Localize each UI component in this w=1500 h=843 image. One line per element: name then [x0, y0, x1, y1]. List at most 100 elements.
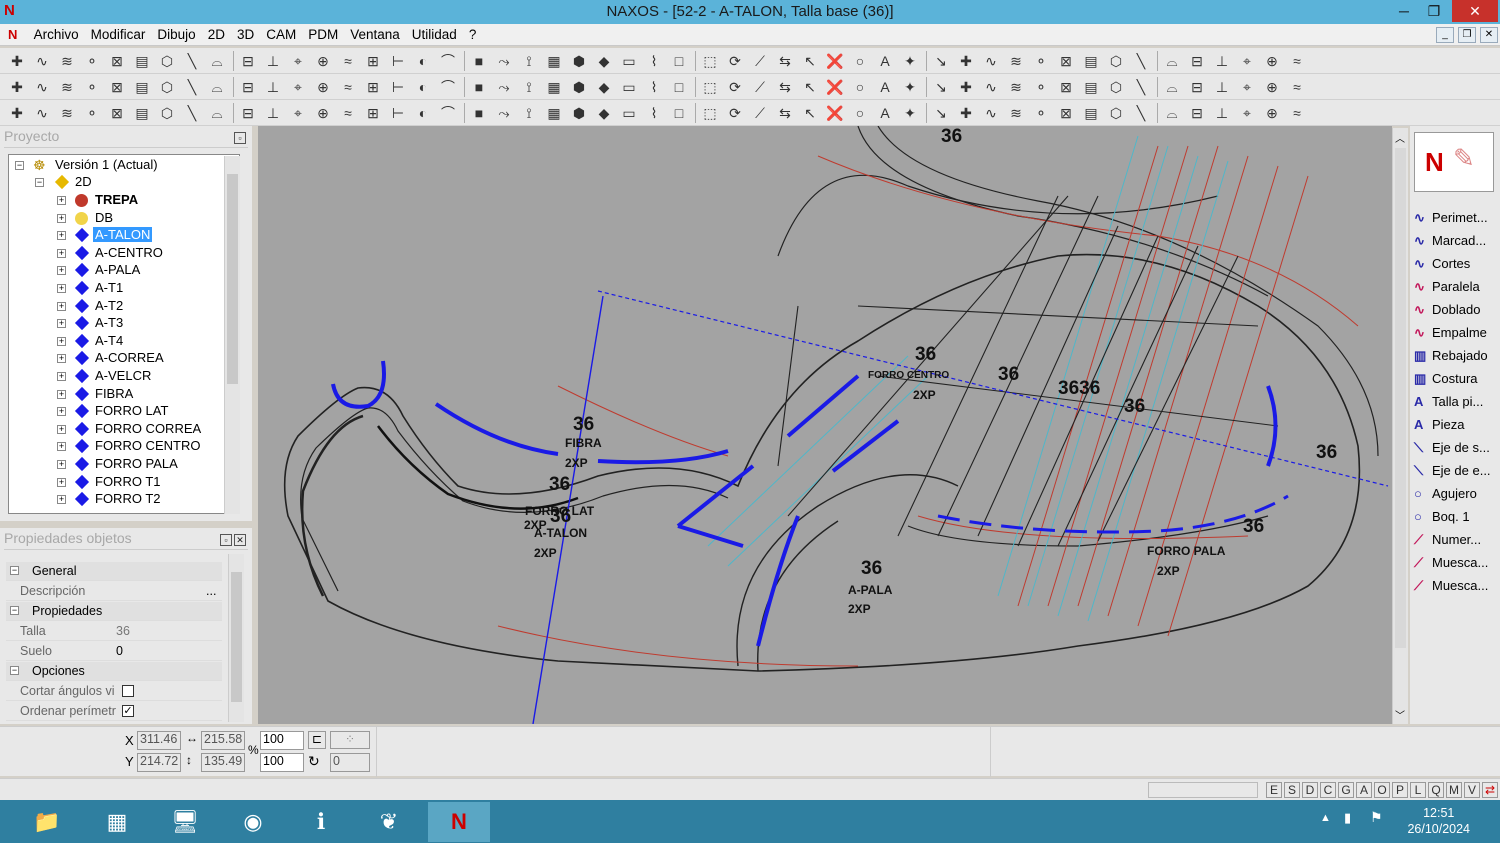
status-flag-l[interactable]: L	[1410, 782, 1426, 798]
expand-icon[interactable]: +	[57, 407, 66, 417]
tool-47-icon[interactable]: ⊟	[1188, 78, 1206, 96]
x-coordinate-field[interactable]: 311.46	[137, 731, 181, 750]
close-button[interactable]: ✕	[1452, 0, 1498, 22]
tool-16-icon[interactable]: ⊢	[389, 52, 407, 70]
tool-35-icon[interactable]: A	[876, 52, 894, 70]
tool-22-icon[interactable]: ▦	[545, 104, 563, 122]
tool-51-icon[interactable]: ≈	[1288, 78, 1306, 96]
tool-38-icon[interactable]: ✚	[957, 78, 975, 96]
tree-item-a-pala[interactable]: + A-PALA	[53, 262, 223, 279]
palette-item-eje-de-s[interactable]: ⟍ Eje de s...	[1414, 440, 1500, 462]
tree-scrollbar[interactable]	[224, 156, 240, 514]
tool-14-icon[interactable]: ≈	[339, 78, 357, 96]
tree-item-forro-pala[interactable]: + FORRO PALA	[53, 456, 223, 473]
tool-29-icon[interactable]: ⟳	[726, 52, 744, 70]
tool-14-icon[interactable]: ≈	[339, 52, 357, 70]
tool-34-icon[interactable]: ○	[851, 78, 869, 96]
drive-icon[interactable]: 🖥	[154, 802, 216, 842]
tree-scroll-thumb[interactable]	[227, 174, 238, 384]
tool-29-icon[interactable]: ⟳	[726, 104, 744, 122]
rotate-icon[interactable]: ↻	[308, 753, 320, 770]
leaf-app-icon[interactable]: ❦	[358, 802, 420, 842]
tree-item-a-t4[interactable]: + A-T4	[53, 333, 223, 350]
collapse-icon[interactable]: −	[35, 178, 44, 187]
status-flag-v[interactable]: V	[1464, 782, 1480, 798]
tool-40-icon[interactable]: ≋	[1007, 104, 1025, 122]
tree-item-fibra[interactable]: + FIBRA	[53, 386, 223, 403]
tool-42-icon[interactable]: ⊠	[1057, 78, 1075, 96]
tool-16-icon[interactable]: ⊢	[389, 78, 407, 96]
tool-2-icon[interactable]: ∿	[33, 52, 51, 70]
expand-icon[interactable]: +	[57, 248, 66, 258]
palette-item-boq-1[interactable]: ○ Boq. 1	[1414, 509, 1500, 531]
tool-49-icon[interactable]: ⌖	[1238, 104, 1256, 122]
tool-51-icon[interactable]: ≈	[1288, 52, 1306, 70]
tool-42-icon[interactable]: ⊠	[1057, 104, 1075, 122]
tree-item-forro-t2[interactable]: + FORRO T2	[53, 491, 223, 508]
tool-20-icon[interactable]: ⤳	[495, 52, 513, 70]
tool-23-icon[interactable]: ⬢	[570, 52, 588, 70]
palette-item-doblado[interactable]: ∿ Doblado	[1414, 302, 1500, 324]
align-icon[interactable]: ⊏	[308, 731, 326, 749]
tool-48-icon[interactable]: ⊥	[1213, 52, 1231, 70]
tool-44-icon[interactable]: ⬡	[1107, 104, 1125, 122]
tool-2-icon[interactable]: ∿	[33, 78, 51, 96]
tool-41-icon[interactable]: ⚬	[1032, 52, 1050, 70]
tool-17-icon[interactable]: ◐	[414, 52, 432, 70]
tool-13-icon[interactable]: ⊕	[314, 52, 332, 70]
tool-11-icon[interactable]: ⊥	[264, 104, 282, 122]
tool-26-icon[interactable]: ⌇	[645, 52, 663, 70]
tool-22-icon[interactable]: ▦	[545, 52, 563, 70]
status-flag-q[interactable]: Q	[1428, 782, 1444, 798]
status-flag-o[interactable]: O	[1374, 782, 1390, 798]
palette-item-cortes[interactable]: ∿ Cortes	[1414, 256, 1500, 278]
tree-item-a-velcr[interactable]: + A-VELCR	[53, 368, 223, 385]
menu-item-help[interactable]: ?	[463, 24, 483, 45]
props-scrollbar[interactable]	[228, 554, 244, 722]
tree-item-forro-t1[interactable]: + FORRO T1	[53, 474, 223, 491]
tool-26-icon[interactable]: ⌇	[645, 104, 663, 122]
menu-item-archivo[interactable]: Archivo	[28, 24, 85, 45]
chrome-icon[interactable]: ◉	[222, 802, 284, 842]
cortar-checkbox[interactable]	[122, 685, 134, 697]
tool-18-icon[interactable]: ⌒	[439, 104, 457, 122]
panel-close-icon[interactable]: ✕	[234, 534, 246, 546]
expand-icon[interactable]: +	[57, 460, 66, 469]
tool-11-icon[interactable]: ⊥	[264, 78, 282, 96]
expand-icon[interactable]: +	[57, 354, 66, 364]
tool-10-icon[interactable]: ⊟	[239, 52, 257, 70]
menu-item-ventana[interactable]: Ventana	[344, 24, 406, 45]
tool-39-icon[interactable]: ∿	[982, 52, 1000, 70]
tool-24-icon[interactable]: ◆	[595, 78, 613, 96]
tool-21-icon[interactable]: ⟟	[520, 52, 538, 70]
status-sync-icon[interactable]: ⇄	[1482, 782, 1498, 798]
tool-10-icon[interactable]: ⊟	[239, 104, 257, 122]
tool-38-icon[interactable]: ✚	[957, 52, 975, 70]
palette-item-pieza[interactable]: A Pieza	[1414, 417, 1500, 439]
tree-node-root[interactable]: − ☸ Versión 1 (Actual)	[13, 157, 233, 174]
palette-item-agujero[interactable]: ○ Agujero	[1414, 486, 1500, 508]
tool-35-icon[interactable]: A	[876, 78, 894, 96]
tool-10-icon[interactable]: ⊟	[239, 78, 257, 96]
tool-31-icon[interactable]: ⇆	[776, 52, 794, 70]
tool-44-icon[interactable]: ⬡	[1107, 52, 1125, 70]
tool-30-icon[interactable]: ⟋	[751, 104, 769, 122]
tool-7-icon[interactable]: ⬡	[158, 52, 176, 70]
tool-33-icon[interactable]: ❌	[826, 52, 844, 70]
tree-item-trepa[interactable]: + TREPA	[53, 192, 223, 209]
status-flag-e[interactable]: E	[1266, 782, 1282, 798]
palette-item-marcad[interactable]: ∿ Marcad...	[1414, 233, 1500, 255]
tool-15-icon[interactable]: ⊞	[364, 78, 382, 96]
tool-32-icon[interactable]: ↖	[801, 104, 819, 122]
tool-36-icon[interactable]: ✦	[901, 52, 919, 70]
tool-28-icon[interactable]: ⬚	[701, 52, 719, 70]
tool-20-icon[interactable]: ⤳	[495, 78, 513, 96]
tool-33-icon[interactable]: ❌	[826, 104, 844, 122]
palette-item-costura[interactable]: ▥ Costura	[1414, 371, 1500, 393]
tool-4-icon[interactable]: ⚬	[83, 52, 101, 70]
tool-50-icon[interactable]: ⊕	[1263, 78, 1281, 96]
tool-8-icon[interactable]: ╲	[183, 104, 201, 122]
tool-26-icon[interactable]: ⌇	[645, 78, 663, 96]
prop-row-descripcion[interactable]: Descripción ...	[6, 582, 222, 601]
tool-43-icon[interactable]: ▤	[1082, 78, 1100, 96]
